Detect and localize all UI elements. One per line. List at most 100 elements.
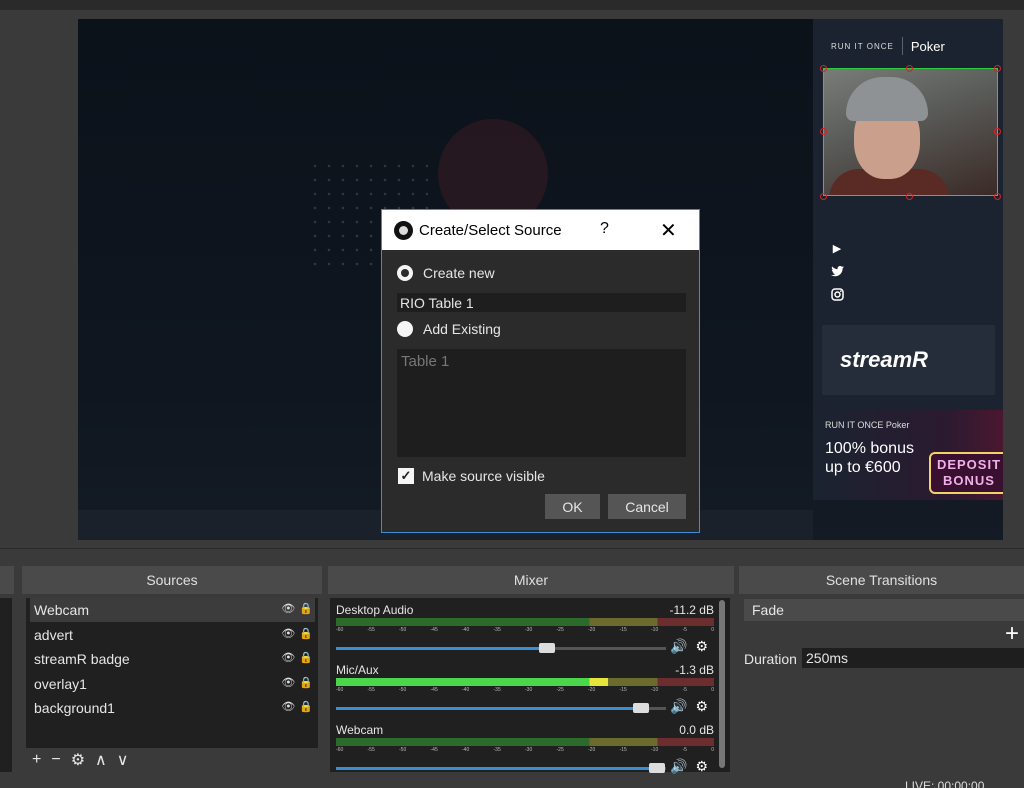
gear-icon[interactable]: ⚙ <box>695 758 708 775</box>
move-down-icon[interactable]: ∨ <box>117 750 129 770</box>
meter-ticks: -60 -55 -50 -45 -40 -35 -30 -25 -20 -15 -10 -5 0 <box>336 627 714 633</box>
duration-label: Duration <box>744 651 797 667</box>
gear-icon[interactable]: ⚙ <box>71 750 85 770</box>
resize-handle-icon[interactable] <box>994 128 1001 135</box>
top-bar <box>0 0 1024 10</box>
channel-name: Webcam <box>336 723 384 737</box>
source-item-advert[interactable]: advert 👁 🔒 <box>30 623 315 647</box>
streamr-logo-text: streamR <box>840 347 929 372</box>
add-transition-icon[interactable]: + <box>1005 620 1019 648</box>
resize-handle-icon[interactable] <box>820 193 827 200</box>
resize-handle-icon[interactable] <box>906 193 913 200</box>
channel-name: Desktop Audio <box>336 603 414 617</box>
create-new-option[interactable]: Create new <box>397 265 495 281</box>
channel-db: -11.2 dB <box>669 603 714 617</box>
source-name-input[interactable] <box>397 293 686 312</box>
mixer-scrollbar[interactable] <box>719 600 725 768</box>
existing-sources-list[interactable]: Table 1 <box>397 349 686 457</box>
channel-db: 0.0 dB <box>679 723 714 737</box>
overlay-side-panel: RUN IT ONCE Poker ▶ streamR RUN IT ONCE … <box>813 19 1003 500</box>
add-icon[interactable]: + <box>32 751 41 769</box>
lock-icon[interactable]: 🔒 <box>299 602 313 615</box>
resize-handle-icon[interactable] <box>994 193 1001 200</box>
volume-meter <box>336 738 714 746</box>
webcam-source[interactable] <box>823 68 998 196</box>
help-icon[interactable]: ? <box>600 220 609 238</box>
twitter-icon <box>830 264 844 278</box>
remove-icon[interactable]: − <box>51 751 60 769</box>
meter-ticks: -60 -55 -50 -45 -40 -35 -30 -25 -20 -15 -10 -5 0 <box>336 687 714 693</box>
sources-list[interactable]: Webcam 👁 🔒 advert 👁 🔒 streamR badge 👁 🔒 ove… <box>26 598 318 748</box>
promo-headline: 100% bonus <box>825 440 914 457</box>
slider-knob[interactable] <box>539 643 555 653</box>
gear-icon[interactable]: ⚙ <box>695 638 708 655</box>
source-item-webcam[interactable]: Webcam 👁 🔒 <box>30 598 315 622</box>
brand-header: RUN IT ONCE Poker <box>831 37 945 55</box>
speaker-icon[interactable]: 🔊 <box>670 698 687 715</box>
speaker-icon[interactable]: 🔊 <box>670 638 687 655</box>
transition-select[interactable]: Fade <box>744 599 1024 621</box>
source-item-background1[interactable]: background1 👁 🔒 <box>30 696 315 720</box>
add-existing-radio[interactable] <box>397 321 413 337</box>
create-new-radio[interactable] <box>397 265 413 281</box>
scenes-dock-body <box>0 598 12 772</box>
streamr-badge: streamR <box>822 325 995 395</box>
brand-separator <box>901 37 903 55</box>
eye-icon[interactable]: 👁 <box>281 651 295 664</box>
gear-icon[interactable]: ⚙ <box>695 698 708 715</box>
source-item-streamr-badge[interactable]: streamR badge 👁 🔒 <box>30 647 315 671</box>
slider-knob[interactable] <box>649 763 665 773</box>
resize-handle-icon[interactable] <box>906 65 913 72</box>
resize-handle-icon[interactable] <box>994 65 1001 72</box>
promo-subline: up to €600 <box>825 459 901 476</box>
live-status: LIVE: 00:00:00 <box>905 779 985 788</box>
cancel-button[interactable]: Cancel <box>608 494 686 519</box>
mixer-dock-header: Mixer <box>328 566 734 594</box>
transitions-dock-header: Scene Transitions <box>739 566 1024 594</box>
slider-knob[interactable] <box>633 703 649 713</box>
eye-icon[interactable]: 👁 <box>281 602 295 615</box>
eye-icon[interactable]: 👁 <box>281 627 295 640</box>
list-item[interactable]: Table 1 <box>401 353 682 370</box>
meter-ticks: -60 -55 -50 -45 -40 -35 -30 -25 -20 -15 -10 -5 0 <box>336 747 714 753</box>
duration-input[interactable]: 250ms <box>802 648 1024 668</box>
volume-meter <box>336 618 714 626</box>
channel-db: -1.3 dB <box>675 663 714 677</box>
channel-name: Mic/Aux <box>336 663 379 677</box>
dialog-title: Create/Select Source <box>419 221 562 239</box>
resize-handle-icon[interactable] <box>820 128 827 135</box>
close-icon[interactable]: ✕ <box>660 218 677 243</box>
brand-poker-label: Poker <box>910 38 945 54</box>
volume-meter <box>336 678 714 686</box>
volume-slider[interactable] <box>336 763 666 773</box>
brand-logo: RUN IT ONCE <box>831 41 894 51</box>
move-up-icon[interactable]: ∧ <box>95 750 107 770</box>
obs-logo-icon <box>394 220 413 240</box>
promo-advert: RUN IT ONCE Poker 100% bonus up to €600 … <box>813 410 1003 500</box>
promo-brand: RUN IT ONCE Poker <box>825 420 910 430</box>
create-select-source-dialog: Create/Select Source ? ✕ Create new Add … <box>381 209 700 533</box>
add-existing-option[interactable]: Add Existing <box>397 321 501 337</box>
ok-button[interactable]: OK <box>545 494 600 519</box>
make-visible-label: Make source visible <box>422 468 545 484</box>
lock-icon[interactable]: 🔒 <box>299 700 313 713</box>
volume-slider[interactable] <box>336 643 666 653</box>
resize-handle-icon[interactable] <box>820 65 827 72</box>
volume-slider[interactable] <box>336 703 666 713</box>
create-new-label: Create new <box>423 265 495 281</box>
lock-icon[interactable]: 🔒 <box>299 627 313 640</box>
eye-icon[interactable]: 👁 <box>281 700 295 713</box>
lock-icon[interactable]: 🔒 <box>299 676 313 689</box>
source-item-overlay1[interactable]: overlay1 👁 🔒 <box>30 672 315 696</box>
dialog-titlebar[interactable]: Create/Select Source ? ✕ <box>382 210 699 250</box>
make-visible-option[interactable]: ✓ Make source visible <box>398 468 545 484</box>
make-visible-checkbox[interactable]: ✓ <box>398 468 414 484</box>
speaker-icon[interactable]: 🔊 <box>670 758 687 775</box>
lock-icon[interactable]: 🔒 <box>299 651 313 664</box>
youtube-icon: ▶ <box>832 242 842 255</box>
deposit-bonus-badge: DEPOSIT BONUS <box>929 452 1003 494</box>
webcam-cap <box>846 77 928 121</box>
eye-icon[interactable]: 👁 <box>281 676 295 689</box>
sources-dock-header: Sources <box>22 566 322 594</box>
sources-toolbar: + − ⚙ ∧ ∨ <box>26 748 318 772</box>
